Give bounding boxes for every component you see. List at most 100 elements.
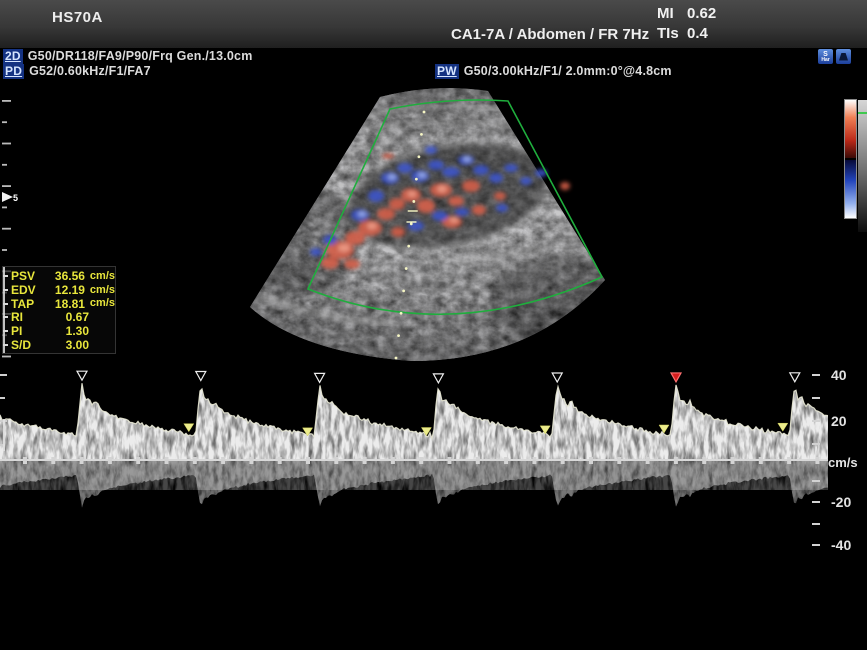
- baseline-time-tick: [334, 457, 338, 464]
- psv-marker[interactable]: [433, 374, 443, 383]
- depth-ruler-tick: [2, 356, 11, 358]
- mirror-band: [0, 460, 828, 490]
- velocity-scale-label: -40: [831, 537, 851, 553]
- baseline-time-tick: [306, 457, 310, 464]
- measurement-row: PSV36.56 cm/s: [11, 269, 115, 283]
- depth-ruler-tick: [2, 100, 11, 102]
- baseline-time-tick: [108, 457, 112, 464]
- measure-label: RI: [11, 310, 47, 324]
- left-scale-bracket: [3, 419, 5, 451]
- baseline-time-tick: [731, 457, 735, 464]
- pw-cursor-dot: [412, 200, 415, 203]
- pw-cursor-dot: [405, 267, 408, 270]
- baseline-time-tick: [363, 457, 367, 464]
- focus-marker-arrow[interactable]: [2, 192, 13, 202]
- measure-label: PSV: [11, 269, 45, 283]
- edv-marker[interactable]: [184, 424, 194, 432]
- velocity-scale-tick: [812, 480, 820, 482]
- velocity-scale-label: 40: [831, 367, 847, 383]
- gray-map-marker: [858, 112, 867, 114]
- depth-ruler-tick: [2, 249, 7, 251]
- baseline-time-tick: [504, 457, 508, 464]
- velocity-scale-tick: [812, 443, 820, 445]
- left-scale-tick: [0, 374, 7, 376]
- velocity-scale-tick: [812, 523, 820, 525]
- depth-ruler-tick: [2, 164, 7, 166]
- baseline-time-tick: [702, 457, 706, 464]
- baseline-time-tick: [532, 457, 536, 464]
- bmode-sector-image: [240, 88, 630, 361]
- pw-cursor-dot: [397, 334, 400, 337]
- baseline-time-tick: [80, 457, 84, 464]
- velocity-scale-tick: [812, 544, 820, 546]
- baseline-time-tick: [165, 457, 169, 464]
- image-and-spectral-area: 54020cm/s-20-40: [0, 0, 867, 650]
- pw-cursor-dot: [395, 357, 398, 360]
- depth-ruler-tick: [2, 143, 11, 145]
- baseline-time-tick: [249, 457, 253, 464]
- baseline-time-tick: [51, 457, 55, 464]
- pw-cursor-dot: [407, 245, 410, 248]
- baseline-time-tick: [221, 457, 225, 464]
- pw-cursor-dot: [420, 133, 423, 136]
- ultrasound-screen: HS70A CA1-7A / Abdomen / FR 7Hz MI0.62 T…: [0, 0, 867, 650]
- color-doppler-scale-bar: [845, 100, 857, 219]
- velocity-scale-tick: [812, 374, 820, 376]
- baseline-time-tick: [759, 457, 763, 464]
- baseline-time-tick: [589, 457, 593, 464]
- measure-label: PI: [11, 324, 47, 338]
- edv-marker[interactable]: [778, 423, 788, 431]
- measure-value: 36.56: [45, 269, 85, 283]
- measure-unit: cm/s: [90, 270, 115, 282]
- psv-marker[interactable]: [552, 373, 562, 382]
- velocity-scale-tick: [812, 397, 820, 399]
- depth-ruler-tick: [2, 228, 11, 230]
- baseline-time-tick: [561, 457, 565, 464]
- baseline-time-tick: [646, 457, 650, 464]
- measure-value: 12.19: [45, 283, 85, 297]
- psv-marker[interactable]: [196, 372, 206, 381]
- pw-cursor-dot: [400, 312, 403, 315]
- doppler-measurements-panel: PSV36.56cm/sEDV12.19cm/sTAP18.81cm/sRI0.…: [2, 266, 116, 354]
- baseline-time-tick: [419, 457, 423, 464]
- baseline-time-tick: [617, 457, 621, 464]
- baseline-time-tick: [674, 457, 678, 464]
- velocity-scale-label: 20: [831, 413, 847, 429]
- measure-label: EDV: [11, 283, 45, 297]
- spectral-speckle: [0, 383, 828, 460]
- pw-cursor-dot: [402, 290, 405, 293]
- measure-value: 0.67: [47, 310, 89, 324]
- baseline-time-tick: [476, 457, 480, 464]
- velocity-scale-tick: [812, 501, 820, 503]
- psv-marker[interactable]: [790, 373, 800, 382]
- depth-ruler-tick: [2, 121, 7, 123]
- measurement-row: S/D3.00: [11, 338, 115, 352]
- measure-unit: cm/s: [90, 284, 115, 296]
- pw-cursor-dot: [415, 178, 418, 181]
- velocity-scale-tick: [812, 420, 820, 422]
- pw-cursor-dot: [410, 222, 413, 225]
- measurement-row: EDV12.19 cm/s: [11, 283, 115, 297]
- baseline-time-tick: [23, 457, 27, 464]
- psv-marker[interactable]: [315, 373, 325, 382]
- measure-value: 1.30: [47, 324, 89, 338]
- baseline-time-tick: [391, 457, 395, 464]
- depth-ruler-tick: [2, 185, 11, 187]
- pw-cursor-dot: [423, 111, 426, 114]
- measure-value: 3.00: [47, 338, 89, 352]
- pw-cursor-dot: [418, 155, 421, 158]
- measure-label: TAP: [11, 297, 45, 311]
- left-scale-tick: [0, 397, 5, 399]
- measure-value: 18.81: [45, 297, 85, 311]
- psv-marker[interactable]: [77, 371, 87, 380]
- psv-marker-active[interactable]: [671, 373, 681, 382]
- baseline-time-tick: [448, 457, 452, 464]
- measurement-row: RI0.67: [11, 310, 115, 324]
- measurement-row: PI1.30: [11, 324, 115, 338]
- edv-marker[interactable]: [659, 425, 669, 433]
- measure-label: S/D: [11, 338, 47, 352]
- baseline-time-tick: [815, 457, 819, 464]
- baseline-time-tick: [787, 457, 791, 464]
- depth-ruler-tick: [2, 207, 7, 209]
- velocity-scale-label: -20: [831, 494, 851, 510]
